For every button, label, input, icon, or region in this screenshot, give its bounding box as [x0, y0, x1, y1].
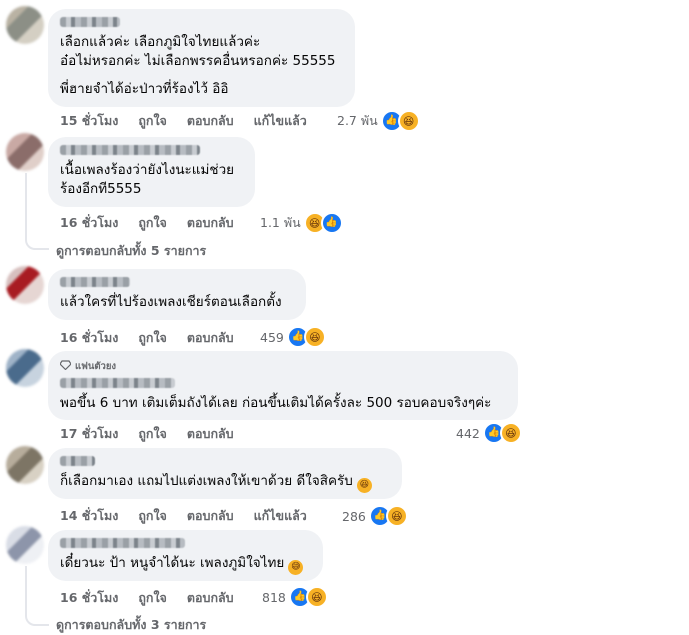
commenter-name[interactable] [60, 456, 95, 466]
comment-bubble: เดี๋ยวนะ ป้า หนูจำได้นะ เพลงภูมิใจไทย 😅 [48, 530, 323, 581]
reply-button[interactable]: ตอบกลับ [187, 588, 234, 608]
thread-line [25, 173, 27, 238]
badge-label: แฟนตัวยง [75, 361, 117, 372]
commenter-name[interactable] [60, 17, 120, 27]
comment-text: เนื้อเพลงร้องว่ายังไงนะแม่ช่วย [60, 162, 235, 178]
avatar[interactable] [6, 349, 44, 387]
comment-text: แล้วใครที่ไปร้องเพลงเชียร์ตอนเลือกตั้ง [60, 294, 282, 310]
comment-actions: 17 ชั่วโมง ถูกใจ ตอบกลับ [60, 424, 254, 444]
fan-badge: แฟนตัวยง [59, 359, 506, 374]
comment-actions: 16 ชั่วโมง ถูกใจ ตอบกลับ [60, 588, 254, 608]
comment-actions: 15 ชั่วโมง ถูกใจ ตอบกลับ แก้ไขแล้ว [60, 111, 327, 131]
comment-bubble: เนื้อเพลงร้องว่ายังไงนะแม่ช่วย ร้องอีกที… [48, 137, 255, 207]
diamond-icon [59, 360, 72, 373]
reaction-count: 818 [262, 589, 286, 605]
reaction-count: 286 [342, 508, 366, 524]
avatar[interactable] [6, 526, 44, 564]
commenter-name[interactable] [60, 538, 185, 548]
reaction-summary[interactable]: 459 👍 😆 [260, 326, 326, 348]
timestamp[interactable]: 14 ชั่วโมง [60, 506, 118, 526]
comment-bubble: แล้วใครที่ไปร้องเพลงเชียร์ตอนเลือกตั้ง [48, 269, 306, 320]
reply-button[interactable]: ตอบกลับ [187, 506, 234, 526]
reaction-summary[interactable]: 818 👍 😆 [262, 586, 328, 608]
timestamp[interactable]: 16 ชั่วโมง [60, 588, 118, 608]
haha-icon: 😆 [303, 326, 326, 348]
like-button[interactable]: ถูกใจ [138, 328, 167, 348]
timestamp[interactable]: 15 ชั่วโมง [60, 111, 118, 131]
haha-icon: 😆 [499, 422, 522, 444]
reply-button[interactable]: ตอบกลับ [187, 213, 234, 233]
comment-text: ร้องอีกที5555 [60, 181, 142, 197]
thread-line [25, 566, 27, 614]
like-button[interactable]: ถูกใจ [138, 588, 167, 608]
thread-connector [25, 612, 49, 626]
like-button[interactable]: ถูกใจ [138, 506, 167, 526]
avatar[interactable] [6, 446, 44, 484]
avatar[interactable] [6, 266, 44, 304]
reaction-count: 2.7 พัน [337, 113, 378, 128]
view-replies-link[interactable]: ดูการตอบกลับทั้ง 3 รายการ [56, 615, 206, 635]
commenter-name[interactable] [60, 277, 130, 287]
avatar[interactable] [6, 133, 44, 171]
haha-icon: 😆 [385, 505, 408, 527]
like-button[interactable]: ถูกใจ [138, 213, 167, 233]
thread-connector [25, 236, 49, 250]
comment-text: เดี๋ยวนะ ป้า หนูจำได้นะ เพลงภูมิใจไทย 😅 [60, 554, 311, 575]
reaction-summary[interactable]: 442 👍 😆 [456, 422, 522, 444]
comment-text: พี่ฮายจำได้อ่ะป่าวที่ร้องไว้ อิอิ [60, 81, 229, 97]
sweat-smile-emoji: 😅 [288, 560, 304, 575]
timestamp[interactable]: 16 ชั่วโมง [60, 328, 118, 348]
comment-actions: 14 ชั่วโมง ถูกใจ ตอบกลับ แก้ไขแล้ว [60, 506, 327, 526]
like-icon: 👍 [320, 212, 343, 234]
haha-icon: 😆 [397, 110, 420, 132]
comment-bubble: เลือกแล้วค่ะ เลือกภูมิใจไทยแล้วค่ะ อ๋อไม… [48, 9, 355, 107]
edited-label[interactable]: แก้ไขแล้ว [254, 506, 307, 526]
comment-text: พอขึ้น 6 บาท เติมเต็มถังได้เลย ก่อนขึ้นเ… [60, 395, 492, 411]
reply-button[interactable]: ตอบกลับ [187, 328, 234, 348]
like-button[interactable]: ถูกใจ [138, 424, 167, 444]
commenter-name[interactable] [60, 378, 175, 388]
grin-emoji: 😆 [356, 478, 372, 493]
reaction-count: 442 [456, 425, 480, 441]
timestamp[interactable]: 16 ชั่วโมง [60, 213, 118, 233]
reply-button[interactable]: ตอบกลับ [187, 111, 234, 131]
reaction-summary[interactable]: 286 👍 😆 [342, 505, 408, 527]
comment-actions: 16 ชั่วโมง ถูกใจ ตอบกลับ [60, 213, 254, 233]
timestamp[interactable]: 17 ชั่วโมง [60, 424, 118, 444]
comment-bubble: แฟนตัวยง พอขึ้น 6 บาท เติมเต็มถังได้เลย … [48, 351, 518, 420]
comment-actions: 16 ชั่วโมง ถูกใจ ตอบกลับ [60, 328, 254, 348]
reaction-summary[interactable]: 1.1 พัน 😆 👍 [260, 212, 343, 234]
comment-text: เลือกแล้วค่ะ เลือกภูมิใจไทยแล้วค่ะ [60, 34, 261, 50]
comment-bubble: ก็เลือกมาเอง แถมไปแต่งเพลงให้เขาด้วย ดีใ… [48, 448, 402, 499]
haha-icon: 😆 [305, 586, 328, 608]
like-button[interactable]: ถูกใจ [138, 111, 167, 131]
reply-button[interactable]: ตอบกลับ [187, 424, 234, 444]
view-replies-link[interactable]: ดูการตอบกลับทั้ง 5 รายการ [56, 241, 206, 261]
comment-text: ก็เลือกมาเอง แถมไปแต่งเพลงให้เขาด้วย ดีใ… [60, 472, 390, 493]
avatar[interactable] [6, 6, 44, 44]
reaction-count: 459 [260, 329, 284, 345]
commenter-name[interactable] [60, 145, 200, 155]
reaction-count: 1.1 พัน [260, 215, 301, 230]
comment-text: อ๋อไม่หรอกค่ะ ไม่เลือกพรรคอื่นหรอกค่ะ 55… [60, 53, 336, 69]
edited-label[interactable]: แก้ไขแล้ว [254, 111, 307, 131]
reaction-summary[interactable]: 2.7 พัน 👍 😆 [337, 110, 420, 132]
